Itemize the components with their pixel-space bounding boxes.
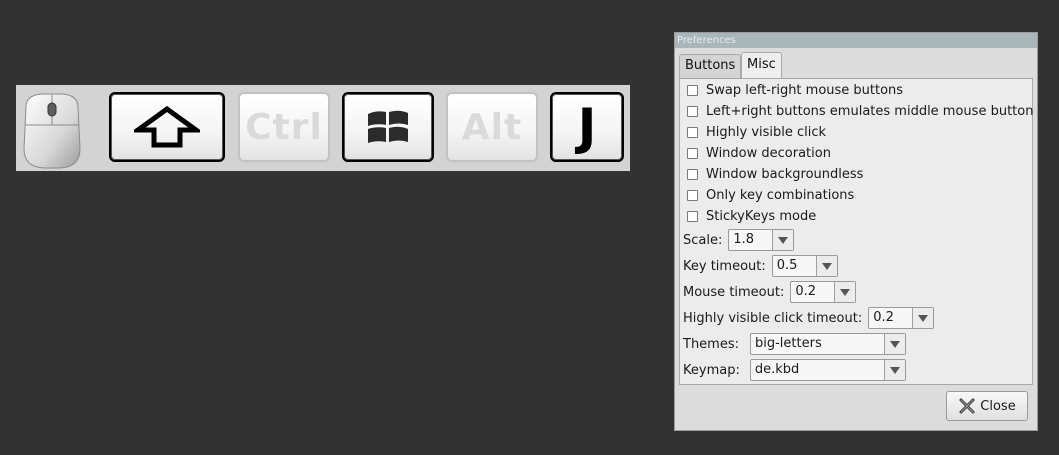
checkbox-label: Left+right buttons emulates middle mouse… (706, 103, 1034, 119)
mouse-timeout-combo[interactable]: 0.2 (790, 281, 857, 303)
scale-combo[interactable]: 1.8 (728, 229, 795, 251)
checkbox-stickykeys-mode[interactable]: StickyKeys mode (687, 207, 816, 225)
key-ctrl: Ctrl (238, 92, 330, 162)
checkbox-box[interactable] (687, 126, 698, 138)
scale-value: 1.8 (733, 232, 755, 247)
scale-row: Scale: 1.8 (683, 228, 795, 252)
keymap-value: de.kbd (754, 362, 800, 377)
click-timeout-row: Highly visible click timeout: 0.2 (683, 306, 935, 330)
close-x-icon (959, 398, 975, 414)
close-button[interactable]: Close (946, 391, 1028, 421)
checkbox-label: Only key combinations (706, 187, 855, 203)
checkbox-label: StickyKeys mode (706, 208, 817, 224)
checkbox-box[interactable] (687, 168, 698, 180)
tab-misc[interactable]: Misc (741, 52, 782, 79)
click-timeout-combo[interactable]: 0.2 (868, 307, 935, 329)
scale-label: Scale: (683, 232, 723, 248)
checkbox-only-key-combinations[interactable]: Only key combinations (687, 186, 854, 204)
key-ctrl-label: Ctrl (245, 106, 323, 148)
tab-buttons[interactable]: Buttons (679, 54, 742, 78)
themes-label: Themes: (683, 336, 739, 352)
key-alt: Alt (446, 92, 538, 162)
chevron-down-icon[interactable] (884, 334, 905, 354)
misc-panel: Swap left-right mouse buttons Left+right… (679, 78, 1033, 385)
mouse-icon (23, 93, 81, 169)
click-timeout-value: 0.2 (873, 310, 894, 325)
mouse-timeout-value: 0.2 (795, 284, 817, 299)
checkbox-window-decoration[interactable]: Window decoration (687, 144, 831, 162)
themes-value: big-letters (755, 336, 822, 351)
themes-row: Themes: big-letters (683, 332, 906, 356)
checkbox-box[interactable] (687, 189, 698, 201)
checkbox-label: Swap left-right mouse buttons (706, 82, 904, 98)
checkbox-swap-buttons[interactable]: Swap left-right mouse buttons (687, 81, 903, 99)
chevron-down-icon[interactable] (912, 308, 934, 328)
checkbox-window-backgroundless[interactable]: Window backgroundless (687, 165, 863, 183)
key-j: J (550, 92, 624, 162)
chevron-down-icon[interactable] (772, 230, 794, 250)
themes-combo[interactable]: big-letters (750, 333, 906, 355)
key-shift (109, 92, 225, 162)
key-overlay-bar: Ctrl Alt J (16, 85, 630, 171)
checkbox-box[interactable] (687, 147, 698, 159)
close-button-label: Close (980, 398, 1016, 414)
checkbox-box[interactable] (687, 210, 698, 222)
key-timeout-row: Key timeout: 0.5 (683, 254, 838, 278)
key-timeout-value: 0.5 (776, 258, 798, 273)
checkbox-box[interactable] (687, 105, 698, 117)
key-alt-label: Alt (461, 106, 523, 148)
key-j-label: J (577, 98, 597, 156)
checkbox-emulate-middle[interactable]: Left+right buttons emulates middle mouse… (687, 102, 1033, 120)
mouse-timeout-label: Mouse timeout: (683, 284, 785, 300)
window-titlebar[interactable]: Preferences (675, 33, 1037, 48)
checkbox-label: Window backgroundless (706, 166, 864, 182)
shift-arrow-icon (134, 106, 200, 148)
chevron-down-icon[interactable] (834, 282, 856, 302)
mouse-timeout-row: Mouse timeout: 0.2 (683, 280, 857, 304)
chevron-down-icon[interactable] (883, 360, 905, 380)
checkbox-highly-visible-click[interactable]: Highly visible click (687, 123, 826, 141)
keymap-combo[interactable]: de.kbd (749, 359, 906, 381)
key-timeout-combo[interactable]: 0.5 (771, 255, 838, 277)
key-timeout-label: Key timeout: (683, 258, 766, 274)
checkbox-label: Window decoration (706, 145, 831, 161)
checkbox-label: Highly visible click (706, 124, 827, 140)
keymap-row: Keymap: de.kbd (683, 358, 906, 382)
checkbox-box[interactable] (687, 84, 698, 96)
preferences-dialog: Preferences Buttons Misc Swap left-right… (674, 32, 1038, 431)
key-windows (342, 92, 434, 162)
windows-logo-icon (368, 110, 408, 143)
click-timeout-label: Highly visible click timeout: (683, 310, 863, 326)
chevron-down-icon[interactable] (815, 256, 837, 276)
keymap-label: Keymap: (683, 362, 740, 378)
